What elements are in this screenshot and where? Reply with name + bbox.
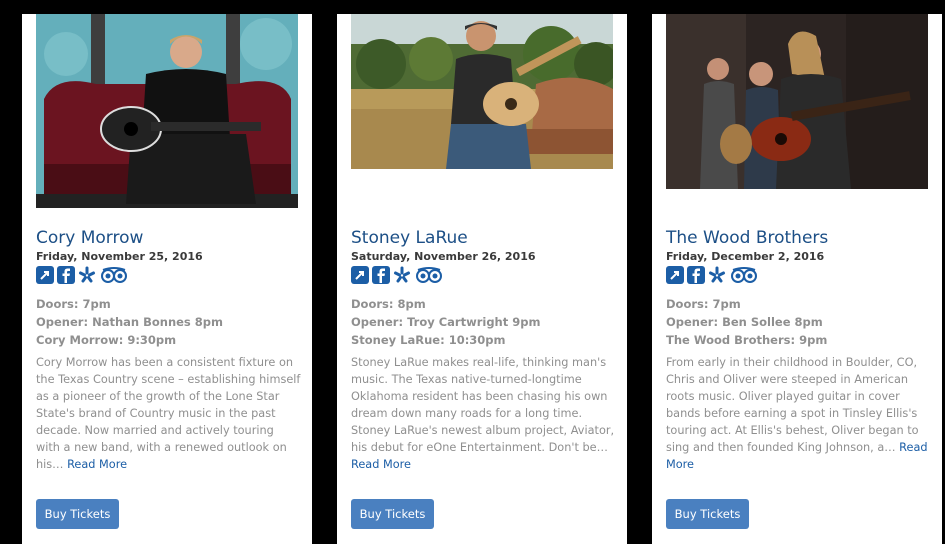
opener-time: Opener: Ben Sollee 8pm xyxy=(666,315,823,329)
facebook-icon[interactable] xyxy=(372,266,390,284)
tripadvisor-icon[interactable] xyxy=(99,266,129,284)
social-icons xyxy=(36,266,129,284)
yelp-icon[interactable] xyxy=(78,266,96,284)
external-link-icon[interactable] xyxy=(36,266,54,284)
description-text: Stoney LaRue makes real-life, thinking m… xyxy=(351,356,615,454)
artist-photo[interactable] xyxy=(666,14,928,189)
facebook-icon[interactable] xyxy=(57,266,75,284)
artist-photo[interactable] xyxy=(36,14,298,208)
external-link-icon[interactable] xyxy=(666,266,684,284)
facebook-icon[interactable] xyxy=(687,266,705,284)
event-date: Saturday, November 26, 2016 xyxy=(351,250,536,263)
social-icons xyxy=(351,266,444,284)
external-link-icon[interactable] xyxy=(351,266,369,284)
buy-tickets-button[interactable]: Buy Tickets xyxy=(351,499,434,529)
social-icons xyxy=(666,266,759,284)
tripadvisor-icon[interactable] xyxy=(729,266,759,284)
buy-tickets-button[interactable]: Buy Tickets xyxy=(36,499,119,529)
doors-time: Doors: 7pm xyxy=(666,297,741,311)
event-description: From early in their childhood in Boulder… xyxy=(666,354,931,473)
event-date: Friday, November 25, 2016 xyxy=(36,250,203,263)
opener-time: Opener: Troy Cartwright 9pm xyxy=(351,315,541,329)
doors-time: Doors: 8pm xyxy=(351,297,426,311)
description-text: Cory Morrow has been a consistent fixtur… xyxy=(36,356,301,471)
event-description: Cory Morrow has been a consistent fixtur… xyxy=(36,354,301,473)
doors-time: Doors: 7pm xyxy=(36,297,111,311)
event-times: Doors: 8pm Opener: Troy Cartwright 9pm S… xyxy=(351,295,540,349)
event-times: Doors: 7pm Opener: Nathan Bonnes 8pm Cor… xyxy=(36,295,223,349)
artist-name[interactable]: The Wood Brothers xyxy=(666,228,828,248)
event-times: Doors: 7pm Opener: Ben Sollee 8pm The Wo… xyxy=(666,295,827,349)
event-card-wood-brothers: The Wood Brothers Friday, December 2, 20… xyxy=(652,14,942,544)
headliner-time: Stoney LaRue: 10:30pm xyxy=(351,333,506,347)
read-more-link[interactable]: Read More xyxy=(67,458,127,471)
tripadvisor-icon[interactable] xyxy=(414,266,444,284)
event-card-stoney-larue: Stoney LaRue Saturday, November 26, 2016… xyxy=(337,14,627,544)
description-text: From early in their childhood in Boulder… xyxy=(666,356,919,454)
headliner-time: Cory Morrow: 9:30pm xyxy=(36,333,177,347)
artist-photo[interactable] xyxy=(351,14,613,169)
yelp-icon[interactable] xyxy=(393,266,411,284)
headliner-time: The Wood Brothers: 9pm xyxy=(666,333,828,347)
event-description: Stoney LaRue makes real-life, thinking m… xyxy=(351,354,616,473)
buy-tickets-button[interactable]: Buy Tickets xyxy=(666,499,749,529)
event-date: Friday, December 2, 2016 xyxy=(666,250,825,263)
read-more-link[interactable]: Read More xyxy=(351,458,411,471)
artist-name[interactable]: Cory Morrow xyxy=(36,228,143,248)
opener-time: Opener: Nathan Bonnes 8pm xyxy=(36,315,223,329)
artist-name[interactable]: Stoney LaRue xyxy=(351,228,468,248)
yelp-icon[interactable] xyxy=(708,266,726,284)
event-card-cory-morrow: Cory Morrow Friday, November 25, 2016 Do… xyxy=(22,14,312,544)
